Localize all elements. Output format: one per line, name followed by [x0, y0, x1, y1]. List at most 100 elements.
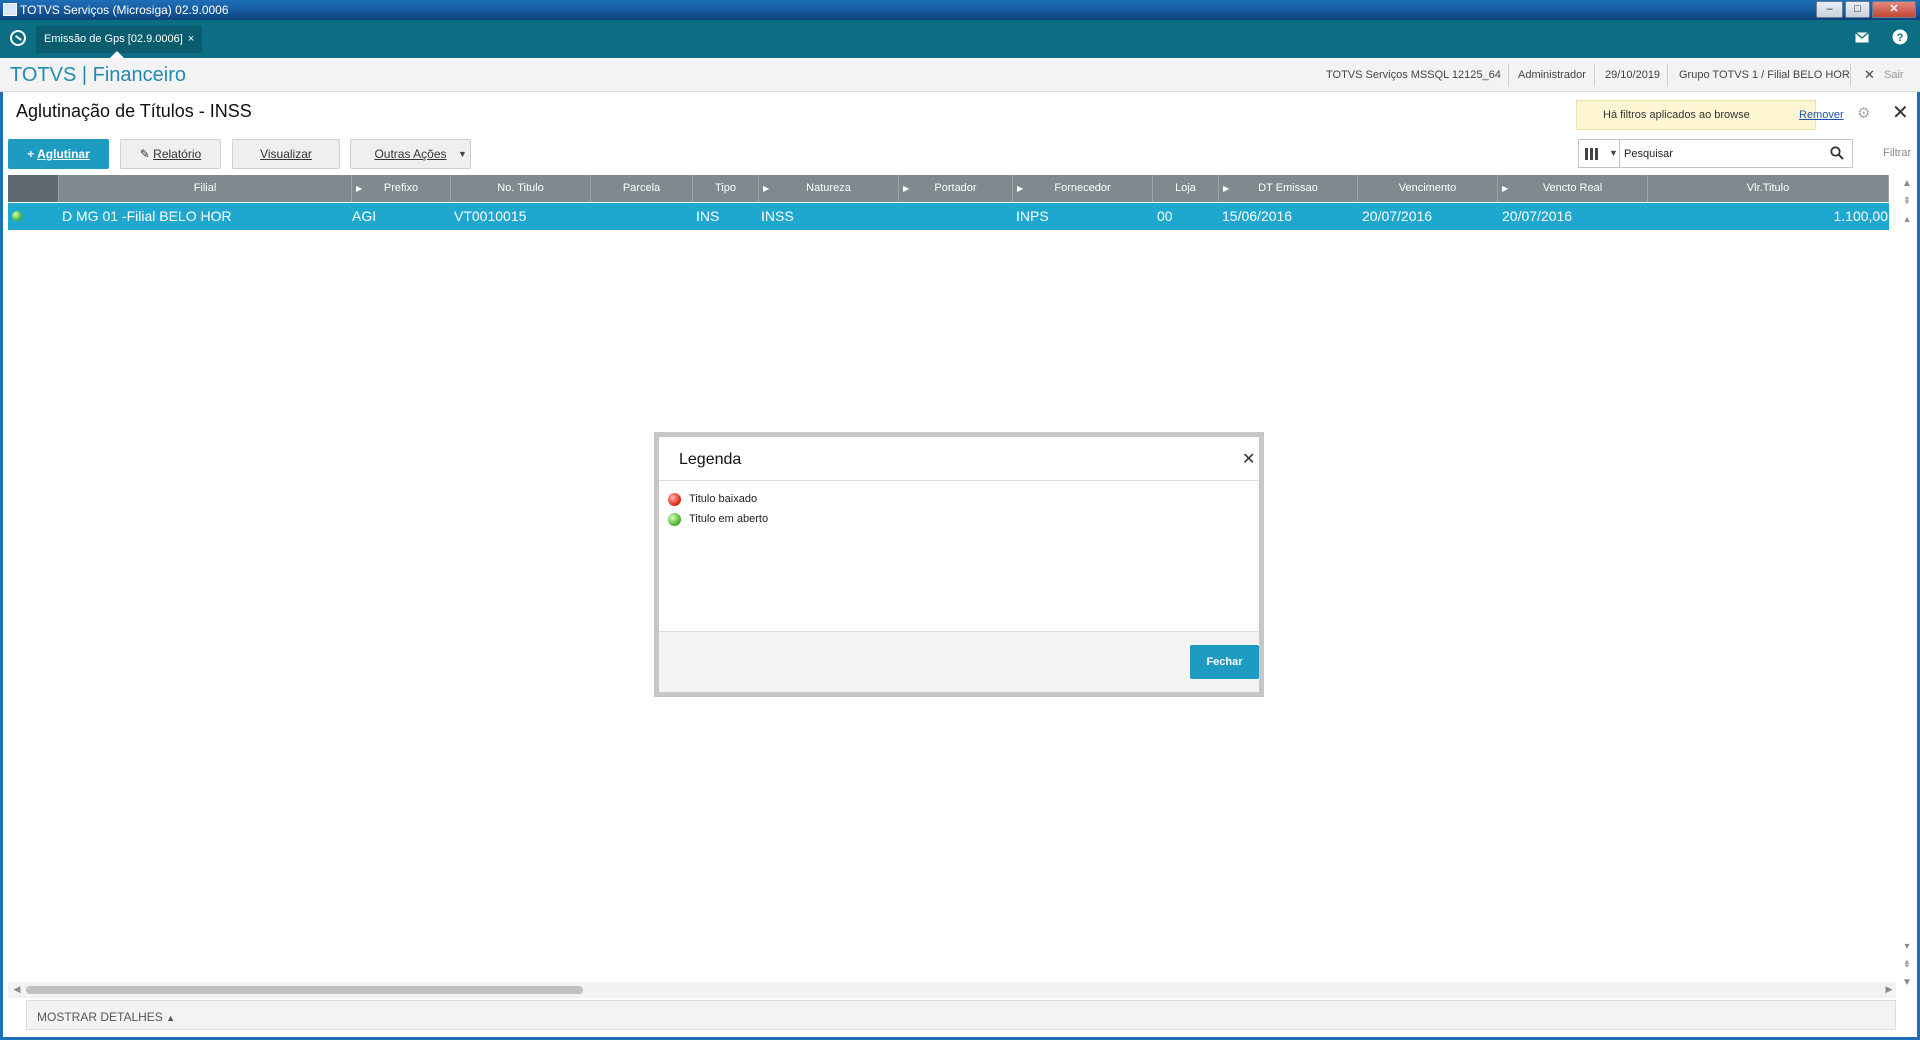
maximize-button[interactable]: □	[1845, 1, 1870, 18]
column-header-prefixo[interactable]: ▶ Prefixo	[352, 175, 451, 202]
column-picker[interactable]: ▼	[1578, 139, 1620, 168]
mail-icon[interactable]	[1852, 30, 1872, 46]
vertical-scrollbar[interactable]	[1898, 175, 1916, 1000]
aglutinar-button[interactable]: + Aglutinar	[8, 139, 109, 169]
status-open-icon	[12, 211, 22, 221]
column-header-vencimento[interactable]: Vencimento	[1358, 175, 1498, 202]
status-column-header[interactable]	[8, 175, 59, 202]
remove-filter-link[interactable]: Remover	[1799, 109, 1844, 121]
column-header-vencto-real[interactable]: ▶ Vencto Real	[1498, 175, 1648, 202]
expand-arrow-icon: ▶	[1502, 184, 1509, 193]
column-header-natureza[interactable]: ▶ Natureza	[759, 175, 899, 202]
chevron-down-icon: ▼	[458, 149, 467, 159]
tab-label: Emissão de Gps [02.9.0006]	[44, 33, 183, 45]
help-icon[interactable]: ?	[1890, 29, 1910, 48]
scroll-left-icon[interactable]: ◀	[9, 984, 25, 995]
column-header-parcela[interactable]: Parcela	[591, 175, 693, 202]
expand-arrow-icon: ▶	[903, 184, 910, 193]
search-placeholder: Pesquisar	[1624, 148, 1673, 160]
brand-title: TOTVS | Financeiro	[10, 64, 186, 86]
horizontal-scroll-thumb[interactable]	[26, 986, 583, 994]
header-separator	[1667, 64, 1668, 86]
column-header-loja[interactable]: Loja	[1153, 175, 1219, 202]
fechar-button[interactable]: Fechar	[1190, 645, 1259, 679]
totvs-logo-icon[interactable]	[10, 30, 26, 46]
dialog-footer: Fechar	[659, 631, 1259, 692]
column-header-fornecedor[interactable]: ▶ Fornecedor	[1013, 175, 1153, 202]
header-separator	[1508, 64, 1509, 86]
column-header-no-titulo[interactable]: No. Titulo	[451, 175, 591, 202]
search-input[interactable]: Pesquisar	[1620, 139, 1853, 168]
expand-arrow-icon: ▶	[763, 184, 770, 193]
table-row[interactable]	[8, 203, 1889, 230]
scroll-right-icon[interactable]: ▶	[1881, 984, 1897, 995]
scroll-bottom-icon[interactable]: ▼	[1899, 977, 1915, 988]
cell-no-titulo[interactable]: VT0010015	[454, 203, 526, 230]
dialog-close-icon[interactable]: ✕	[1242, 449, 1255, 469]
column-header-portador[interactable]: ▶ Portador	[899, 175, 1013, 202]
settings-gear-icon[interactable]: ⚙	[1857, 104, 1870, 122]
cell-natureza[interactable]: INSS	[761, 203, 794, 230]
chevron-down-icon: ▼	[1609, 148, 1618, 158]
server-info: TOTVS Serviços MSSQL 12125_64	[1326, 69, 1501, 81]
active-tab-caret	[110, 51, 124, 58]
scroll-up-icon[interactable]: ▴	[1899, 214, 1915, 225]
exit-icon[interactable]: ✕	[1864, 67, 1875, 83]
outras-acoes-button[interactable]: Outras Ações ▼	[350, 139, 471, 169]
filter-notice-text: Há filtros aplicados ao browse	[1603, 109, 1750, 121]
relatorio-button[interactable]: ✎ Relatório	[120, 139, 221, 169]
filter-notice: Há filtros aplicados ao browse Remover	[1576, 100, 1844, 130]
cell-loja[interactable]: 00	[1157, 203, 1173, 230]
column-header-dt-emissao[interactable]: ▶ DT Emissao	[1219, 175, 1358, 202]
cell-vencto-real[interactable]: 20/07/2016	[1502, 203, 1572, 230]
cell-dt-emissao[interactable]: 15/06/2016	[1222, 203, 1292, 230]
header-separator	[1850, 64, 1851, 86]
window-titlebar: TOTVS Serviços (Microsiga) 02.9.0006 ‒ □…	[0, 0, 1920, 20]
search-icon[interactable]	[1830, 146, 1844, 160]
column-header-tipo[interactable]: Tipo	[693, 175, 759, 202]
expand-arrow-icon: ▶	[1223, 184, 1230, 193]
app-window-icon	[3, 3, 17, 16]
window-title: TOTVS Serviços (Microsiga) 02.9.0006	[20, 3, 229, 17]
pencil-icon: ✎	[139, 147, 154, 161]
minimize-button[interactable]: ‒	[1816, 1, 1843, 18]
status-open-icon	[668, 513, 681, 526]
app-tabbar: Emissão de Gps [02.9.0006] × ?	[0, 20, 1920, 58]
plus-icon: +	[27, 147, 38, 161]
tab-emissao-gps[interactable]: Emissão de Gps [02.9.0006] ×	[36, 26, 203, 53]
cell-tipo[interactable]: INS	[696, 203, 719, 230]
column-header-vlr-titulo[interactable]: Vlr.Titulo	[1648, 175, 1889, 202]
tab-close-icon[interactable]: ×	[188, 33, 194, 45]
status-closed-icon	[668, 493, 681, 506]
details-bar[interactable]: MOSTRAR DETALHES ▲	[26, 1000, 1896, 1030]
dialog-divider	[659, 480, 1259, 481]
legend-dialog: Legenda ✕ Titulo baixado Titulo em abert…	[654, 432, 1264, 697]
expand-arrow-icon: ▶	[356, 184, 363, 193]
show-details-toggle[interactable]: MOSTRAR DETALHES ▲	[37, 1010, 175, 1024]
scroll-page-down-icon[interactable]: ⇟	[1899, 959, 1915, 970]
window-border-left	[0, 58, 3, 1040]
cell-filial[interactable]: D MG 01 -Filial BELO HOR	[62, 203, 232, 230]
cell-fornecedor[interactable]: INPS	[1016, 203, 1049, 230]
expand-arrow-icon: ▶	[1017, 184, 1024, 193]
filter-link[interactable]: Filtrar	[1883, 147, 1911, 159]
window-close-button[interactable]: ✕	[1872, 1, 1916, 18]
header-separator	[1594, 64, 1595, 86]
columns-icon	[1585, 148, 1598, 160]
scroll-down-icon[interactable]: ▾	[1899, 941, 1915, 952]
close-page-icon[interactable]: ✕	[1892, 100, 1909, 125]
system-date: 29/10/2019	[1605, 69, 1661, 81]
group-branch[interactable]: Grupo TOTVS 1 / Filial BELO HOR	[1679, 69, 1850, 81]
dialog-title: Legenda	[679, 451, 742, 468]
cell-prefixo[interactable]: AGI	[352, 203, 376, 230]
cell-vencimento[interactable]: 20/07/2016	[1362, 203, 1432, 230]
chevron-up-icon: ▲	[166, 1013, 176, 1023]
cell-vlr-titulo[interactable]: 1.100,00	[1648, 203, 1889, 230]
scroll-page-up-icon[interactable]: ⇞	[1899, 196, 1915, 207]
user-name: Administrador	[1518, 69, 1586, 81]
page-title: Aglutinação de Títulos - INSS	[16, 101, 252, 121]
scroll-top-icon[interactable]: ▲	[1899, 178, 1915, 189]
column-header-filial[interactable]: Filial	[59, 175, 352, 202]
visualizar-button[interactable]: Visualizar	[232, 139, 340, 169]
exit-link[interactable]: Sair	[1884, 69, 1904, 81]
